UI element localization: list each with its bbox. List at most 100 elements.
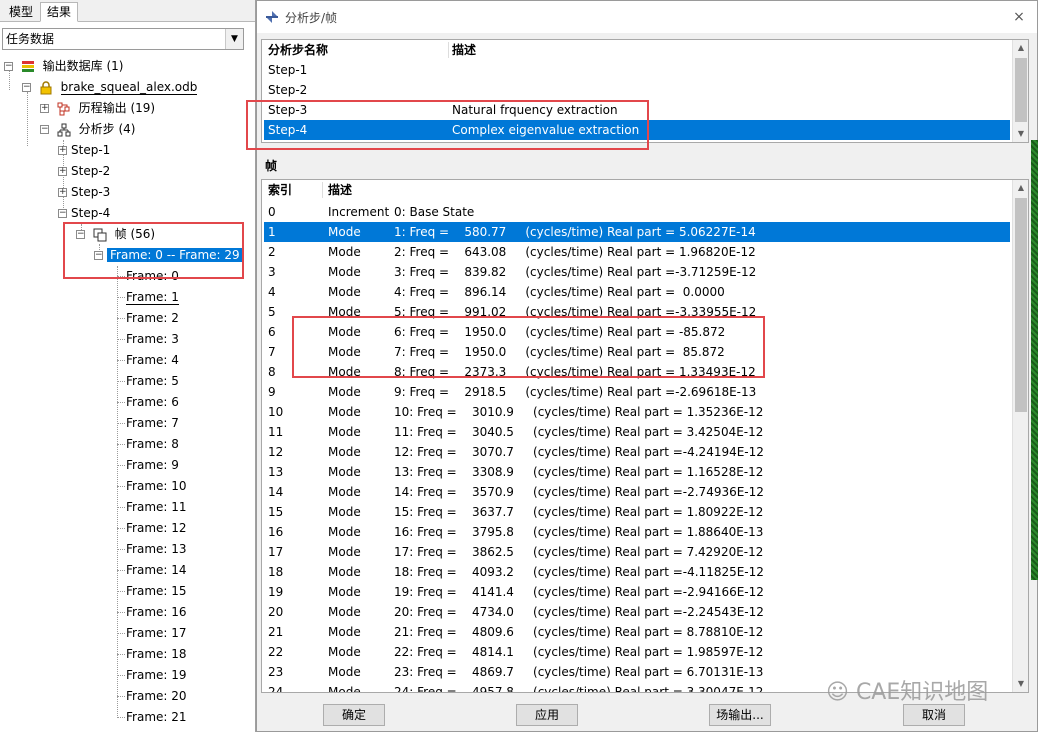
tree-node-steps[interactable]: − 分析步 (4) — [40, 119, 135, 139]
tree-node-step-2[interactable]: + Step-2 — [58, 161, 110, 181]
tree-node-frame-range[interactable]: − Frame: 0 -- Frame: 29 — [94, 245, 243, 265]
frame-row[interactable]: 11 Mode 11: Freq = 3040.5 (cycles/time) Re… — [264, 422, 1010, 442]
frame-row[interactable]: 7 Mode 7: Freq = 1950.0 (cycles/time) Real… — [264, 342, 1010, 362]
panel-tabs: 模型 结果 — [0, 0, 255, 22]
column-header-description[interactable]: 描述 — [328, 180, 352, 200]
tree-node-odb[interactable]: − brake_squeal_alex.odb — [22, 77, 198, 97]
frame-row[interactable]: 21 Mode 21: Freq = 4809.6 (cycles/time) Re… — [264, 622, 1010, 642]
frame-row[interactable]: 13 Mode 13: Freq = 3308.9 (cycles/time) Re… — [264, 462, 1010, 482]
frame-row[interactable]: 8 Mode 8: Freq = 2373.3 (cycles/time) Real… — [264, 362, 1010, 382]
step-name-cell: Step-1 — [268, 63, 308, 77]
expand-icon[interactable]: + — [58, 167, 67, 176]
apply-button[interactable]: 应用 — [516, 704, 578, 726]
step-row[interactable]: Step-2 — [264, 80, 1010, 100]
tree-node-frame[interactable]: Frame: 21 — [126, 707, 187, 727]
tree-node-frame[interactable]: Frame: 2 — [126, 308, 179, 328]
frame-row[interactable]: 20 Mode 20: Freq = 4734.0 (cycles/time) Re… — [264, 602, 1010, 622]
tree-node-frame[interactable]: Frame: 0 — [126, 266, 179, 286]
step-row[interactable]: Step-3 Natural frquency extraction — [264, 100, 1010, 120]
scroll-down-icon[interactable]: ▼ — [1013, 676, 1028, 692]
chevron-down-icon[interactable]: ▼ — [225, 29, 243, 49]
expand-icon[interactable]: + — [58, 188, 67, 197]
frame-row[interactable]: 2 Mode 2: Freq = 643.08 (cycles/time) Real… — [264, 242, 1010, 262]
frame-row[interactable]: 3 Mode 3: Freq = 839.82 (cycles/time) Real… — [264, 262, 1010, 282]
tab-model[interactable]: 模型 — [2, 2, 40, 22]
scroll-down-icon[interactable]: ▼ — [1013, 126, 1028, 142]
tree-node-frame[interactable]: Frame: 5 — [126, 371, 179, 391]
frame-row[interactable]: 19 Mode 19: Freq = 4141.4 (cycles/time) Re… — [264, 582, 1010, 602]
step-row[interactable]: Step-4 Complex eigenvalue extraction — [264, 120, 1010, 140]
frame-row[interactable]: 0 Increment 0: Base State — [264, 202, 1010, 222]
tree-node-frame[interactable]: Frame: 18 — [126, 644, 187, 664]
collapse-icon[interactable]: − — [40, 125, 49, 134]
tree-node-frames[interactable]: − 帧 (56) — [76, 224, 155, 244]
tree-node-history-output[interactable]: + 历程输出 (19) — [40, 98, 155, 118]
collapse-icon[interactable]: − — [58, 209, 67, 218]
frame-row[interactable]: 15 Mode 15: Freq = 3637.7 (cycles/time) Re… — [264, 502, 1010, 522]
frame-row[interactable]: 6 Mode 6: Freq = 1950.0 (cycles/time) Real… — [264, 322, 1010, 342]
frame-row[interactable]: 22 Mode 22: Freq = 4814.1 (cycles/time) Re… — [264, 642, 1010, 662]
frame-row[interactable]: 17 Mode 17: Freq = 3862.5 (cycles/time) Re… — [264, 542, 1010, 562]
frame-row[interactable]: 5 Mode 5: Freq = 991.02 (cycles/time) Real… — [264, 302, 1010, 322]
scrollbar-thumb[interactable] — [1015, 58, 1027, 122]
field-output-button[interactable]: 场输出... — [709, 704, 771, 726]
frame-row[interactable]: 18 Mode 18: Freq = 4093.2 (cycles/time) Re… — [264, 562, 1010, 582]
frame-row[interactable]: 12 Mode 12: Freq = 3070.7 (cycles/time) Re… — [264, 442, 1010, 462]
close-icon[interactable]: × — [1009, 7, 1029, 27]
cancel-button[interactable]: 取消 — [903, 704, 965, 726]
frame-row[interactable]: 14 Mode 14: Freq = 3570.9 (cycles/time) Re… — [264, 482, 1010, 502]
dialog-titlebar[interactable]: 分析步/帧 × — [257, 1, 1037, 33]
tree-node-frame[interactable]: Frame: 20 — [126, 686, 187, 706]
collapse-icon[interactable]: − — [4, 62, 13, 71]
frame-row[interactable]: 16 Mode 16: Freq = 3795.8 (cycles/time) Re… — [264, 522, 1010, 542]
tree-node-frame[interactable]: Frame: 13 — [126, 539, 187, 559]
frame-row[interactable]: 4 Mode 4: Freq = 896.14 (cycles/time) Real… — [264, 282, 1010, 302]
frame-row[interactable]: 10 Mode 10: Freq = 3010.9 (cycles/time) Re… — [264, 402, 1010, 422]
tree-node-frame[interactable]: Frame: 15 — [126, 581, 187, 601]
tree-node-frame[interactable]: Frame: 10 — [126, 476, 187, 496]
collapse-icon[interactable]: − — [76, 230, 85, 239]
collapse-icon[interactable]: − — [94, 251, 103, 260]
column-header-index[interactable]: 索引 — [268, 180, 292, 200]
collapse-icon[interactable]: − — [22, 83, 31, 92]
tree-node-frame[interactable]: Frame: 4 — [126, 350, 179, 370]
column-header-description[interactable]: 描述 — [452, 40, 476, 60]
tree-node-output-database[interactable]: − 输出数据库 (1) — [4, 56, 123, 76]
tree-node-frame[interactable]: Frame: 17 — [126, 623, 187, 643]
steps-scrollbar[interactable]: ▲ ▼ — [1012, 40, 1028, 142]
step-row[interactable]: Step-1 — [264, 60, 1010, 80]
tree-label: Frame: 10 — [126, 479, 187, 493]
tree-node-frame[interactable]: Frame: 3 — [126, 329, 179, 349]
frame-type-cell: Mode — [328, 585, 361, 599]
wechat-icon: ☺ — [826, 680, 849, 705]
scroll-up-icon[interactable]: ▲ — [1013, 40, 1028, 56]
tree-node-frame[interactable]: Frame: 11 — [126, 497, 187, 517]
scroll-up-icon[interactable]: ▲ — [1013, 180, 1028, 196]
tree-node-frame[interactable]: Frame: 1 — [126, 287, 179, 307]
frame-index-cell: 21 — [268, 625, 284, 639]
frame-type-cell: Mode — [328, 605, 361, 619]
tree-node-step-1[interactable]: + Step-1 — [58, 140, 110, 160]
tab-results[interactable]: 结果 — [40, 2, 79, 22]
column-header-step-name[interactable]: 分析步名称 — [268, 40, 328, 60]
frame-desc-cell: 24: Freq = 4957.8 (cycles/time) Real par… — [394, 685, 764, 693]
expand-icon[interactable]: + — [58, 146, 67, 155]
tree-node-frame[interactable]: Frame: 12 — [126, 518, 187, 538]
frame-row[interactable]: 1 Mode 1: Freq = 580.77 (cycles/time) Real… — [264, 222, 1010, 242]
tree-node-frame[interactable]: Frame: 6 — [126, 392, 179, 412]
scrollbar-thumb[interactable] — [1015, 198, 1027, 412]
task-data-select[interactable]: 任务数据 ▼ — [2, 28, 244, 50]
tree-node-frame[interactable]: Frame: 16 — [126, 602, 187, 622]
expand-icon[interactable]: + — [40, 104, 49, 113]
tree-node-frame[interactable]: Frame: 9 — [126, 455, 179, 475]
frame-row[interactable]: 9 Mode 9: Freq = 2918.5 (cycles/time) Real… — [264, 382, 1010, 402]
tree-node-frame[interactable]: Frame: 7 — [126, 413, 179, 433]
tree-node-step-3[interactable]: + Step-3 — [58, 182, 110, 202]
tree-node-frame[interactable]: Frame: 8 — [126, 434, 179, 454]
ok-button[interactable]: 确定 — [323, 704, 385, 726]
frames-scrollbar[interactable]: ▲ ▼ — [1012, 180, 1028, 692]
viewport-edge — [1031, 140, 1038, 580]
tree-node-frame[interactable]: Frame: 14 — [126, 560, 187, 580]
tree-node-frame[interactable]: Frame: 19 — [126, 665, 187, 685]
tree-node-step-4[interactable]: − Step-4 — [58, 203, 110, 223]
